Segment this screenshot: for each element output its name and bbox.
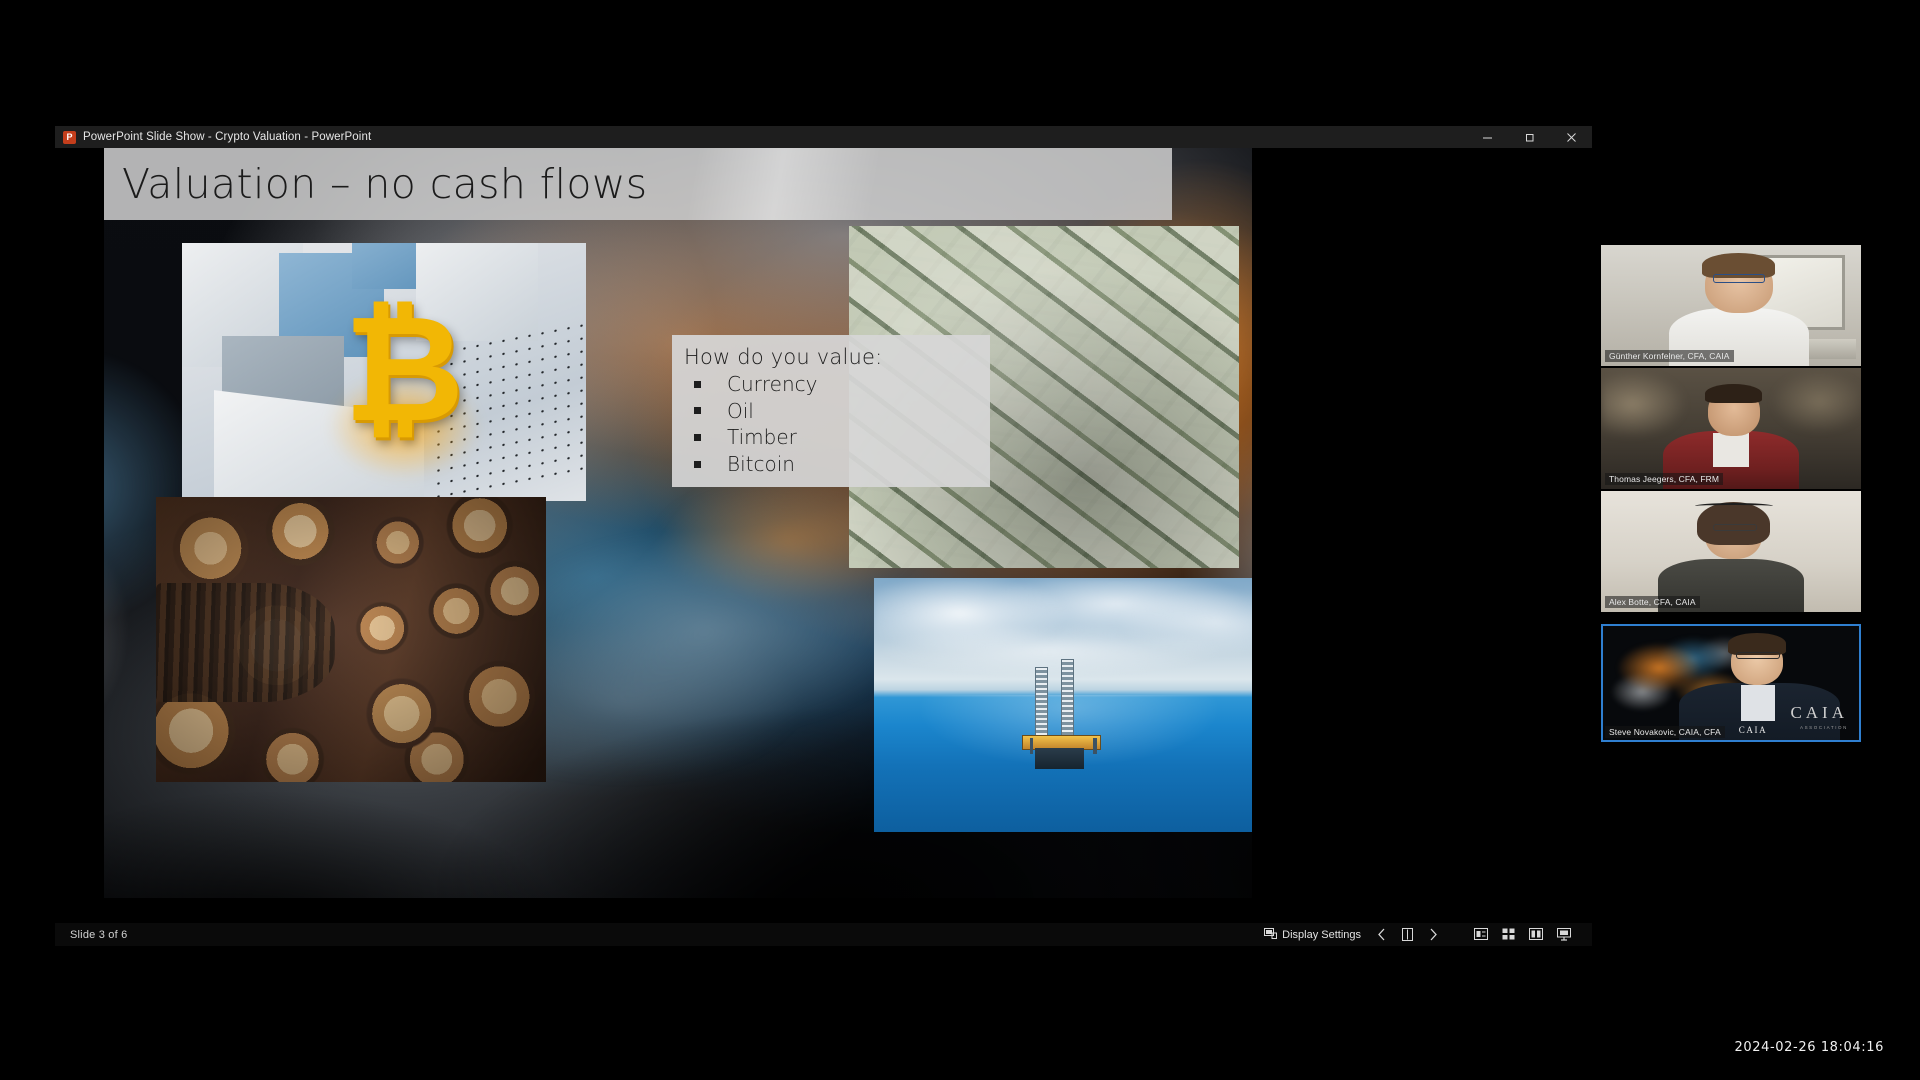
participant-tile[interactable]: Thomas Jeegers, CFA, FRM bbox=[1601, 368, 1861, 489]
pen-tools-button[interactable] bbox=[1394, 923, 1421, 946]
next-slide-button[interactable] bbox=[1421, 923, 1445, 946]
zoom-slide-button[interactable] bbox=[1522, 928, 1550, 940]
participant-name: Thomas Jeegers, CFA, FRM bbox=[1605, 473, 1724, 485]
oil-rig-shape bbox=[1018, 659, 1112, 772]
window-titlebar: P PowerPoint Slide Show - Crypto Valuati… bbox=[55, 126, 1592, 148]
participant-name: Günther Kornfelner, CFA, CAIA bbox=[1605, 350, 1734, 362]
list-item: Bitcoin bbox=[684, 451, 990, 478]
window-controls bbox=[1466, 126, 1592, 148]
all-slides-button[interactable] bbox=[1495, 928, 1522, 940]
list-item: Currency bbox=[684, 371, 990, 398]
slide-title: Valuation – no cash flows bbox=[122, 160, 648, 208]
previous-slide-button[interactable] bbox=[1370, 923, 1394, 946]
slide-counter: Slide 3 of 6 bbox=[70, 928, 128, 941]
slide-stage: ₿ Valuation – no cash flows How do you v… bbox=[55, 148, 1592, 923]
list-item-label: Bitcoin bbox=[727, 451, 795, 476]
subtitles-button[interactable] bbox=[1467, 928, 1495, 940]
slide-canvas[interactable]: ₿ Valuation – no cash flows How do you v… bbox=[104, 148, 1252, 898]
active-speaker-border bbox=[1601, 624, 1861, 742]
restore-icon[interactable] bbox=[1508, 126, 1550, 148]
minimize-icon[interactable] bbox=[1466, 126, 1508, 148]
display-settings-button[interactable]: Display Settings bbox=[1255, 923, 1370, 946]
slideshow-controls: Display Settings bbox=[1255, 923, 1592, 946]
bullet-square-icon bbox=[694, 460, 701, 468]
participant-tile-active-speaker[interactable]: CAIA ASSOCIATION CAIA Steve Novakovic, C… bbox=[1601, 624, 1861, 742]
powerpoint-icon: P bbox=[63, 130, 76, 144]
value-box-list: Currency Oil Timber Bitcoin bbox=[684, 371, 990, 477]
list-item-label: Timber bbox=[727, 425, 797, 450]
close-icon[interactable] bbox=[1550, 126, 1592, 148]
participant-tile[interactable]: Günther Kornfelner, CFA, CAIA bbox=[1601, 245, 1861, 366]
participant-name: Alex Botte, CFA, CAIA bbox=[1605, 596, 1700, 608]
presenter-view-button[interactable] bbox=[1550, 928, 1578, 941]
list-item-label: Oil bbox=[727, 398, 754, 423]
list-item: Oil bbox=[684, 398, 990, 425]
slide-title-band: Valuation – no cash flows bbox=[104, 148, 1172, 220]
monitor-icon bbox=[1264, 927, 1278, 942]
slideshow-status-bar: Slide 3 of 6 Display Settings bbox=[55, 923, 1592, 946]
participant-tile[interactable]: Alex Botte, CFA, CAIA bbox=[1601, 491, 1861, 612]
display-settings-label: Display Settings bbox=[1282, 928, 1361, 941]
powerpoint-slideshow-window: P PowerPoint Slide Show - Crypto Valuati… bbox=[55, 126, 1592, 946]
oil-rig-image bbox=[874, 578, 1252, 832]
bitcoin-image: ₿ bbox=[182, 243, 586, 501]
bullet-square-icon bbox=[694, 380, 701, 388]
timber-image bbox=[156, 497, 546, 782]
participant-name: Steve Novakovic, CAIA, CFA bbox=[1605, 726, 1725, 738]
participant-video-rail: Günther Kornfelner, CFA, CAIA Thomas Jee… bbox=[1601, 245, 1861, 742]
list-item-label: Currency bbox=[727, 372, 818, 396]
list-item: Timber bbox=[684, 424, 990, 451]
window-title: PowerPoint Slide Show - Crypto Valuation… bbox=[83, 131, 372, 143]
value-box-heading: How do you value: bbox=[684, 345, 883, 369]
recording-timestamp: 2024-02-26 18:04:16 bbox=[1734, 1040, 1884, 1055]
recording-canvas: P PowerPoint Slide Show - Crypto Valuati… bbox=[0, 0, 1920, 1080]
bullet-square-icon bbox=[694, 407, 701, 415]
value-question-box: How do you value: Currency Oil Timber Bi… bbox=[672, 335, 990, 487]
bullet-square-icon bbox=[694, 433, 701, 441]
